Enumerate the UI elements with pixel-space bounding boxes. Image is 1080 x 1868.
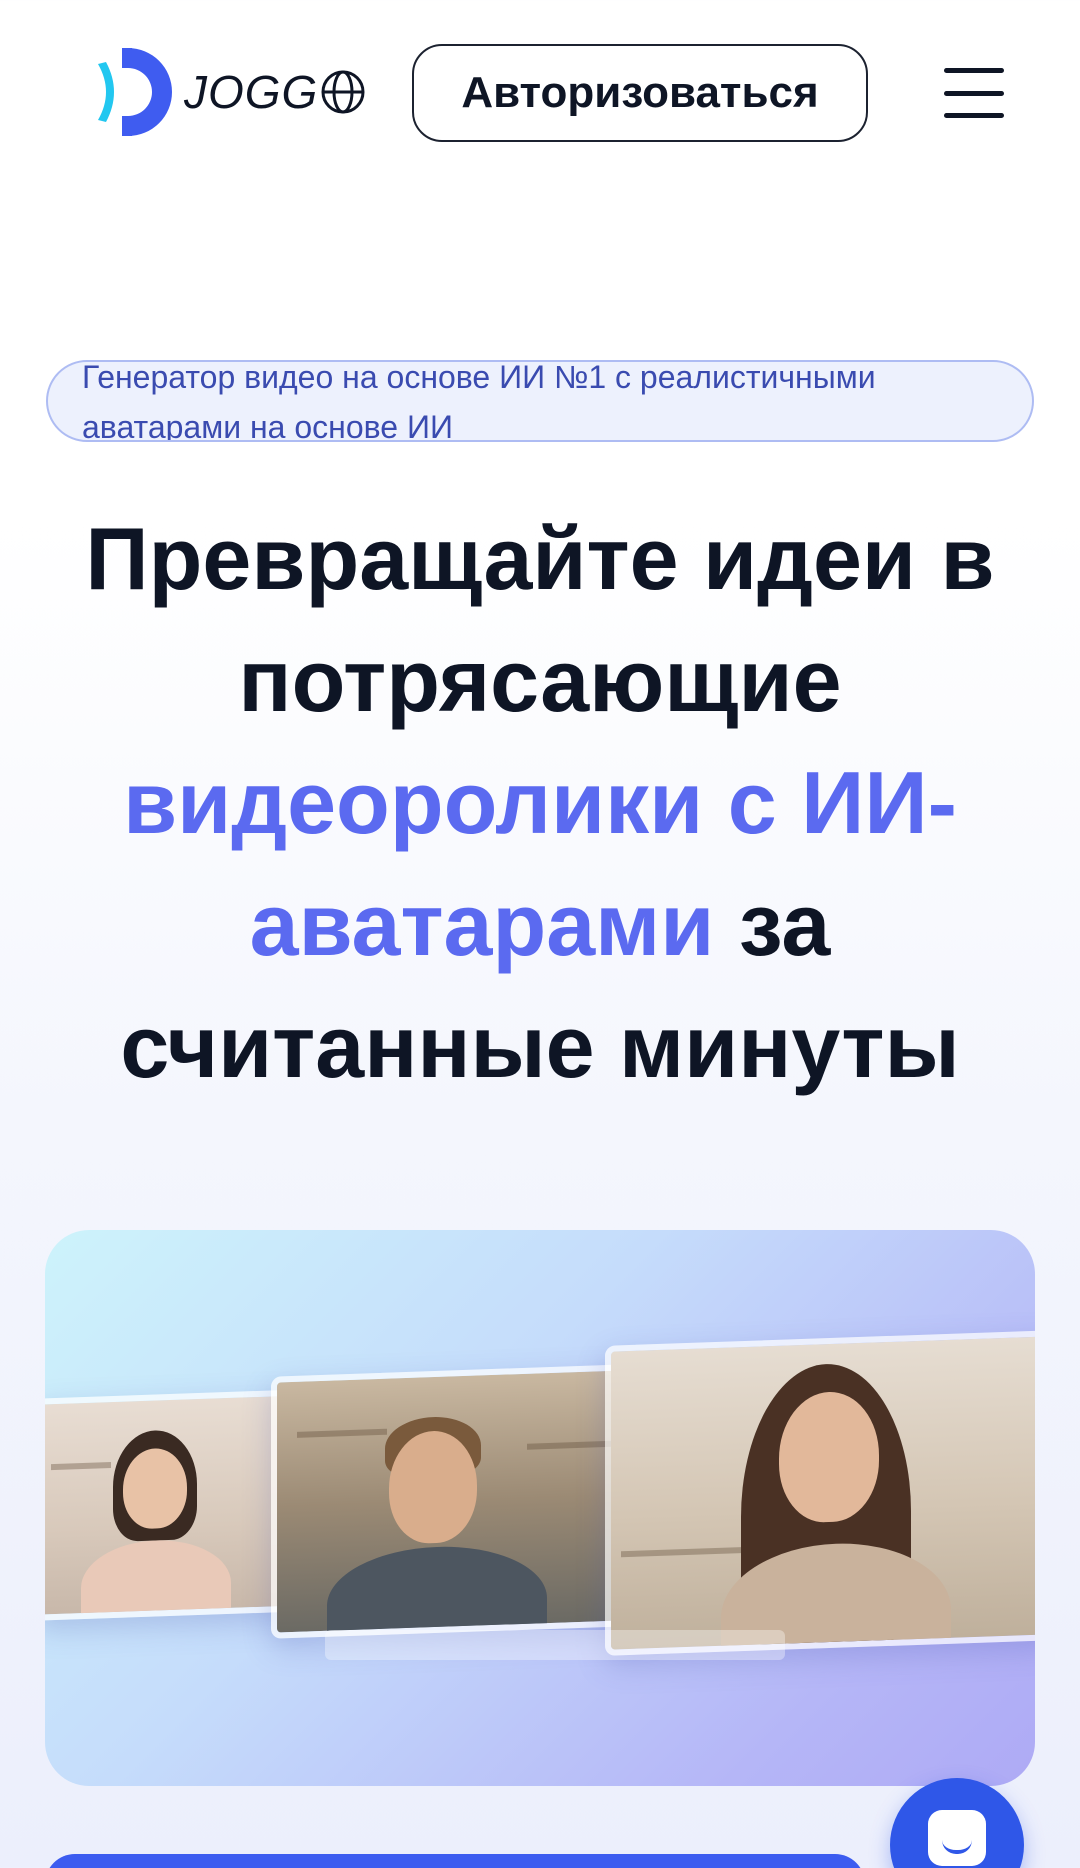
- headline-accent: видеоролики с ИИ-аватарами: [123, 753, 957, 974]
- hamburger-menu-icon[interactable]: [944, 68, 1004, 118]
- avatar-video-frame: [45, 1389, 305, 1621]
- hero-badge: Генератор видео на основе ИИ №1 с реалис…: [46, 360, 1034, 442]
- top-header: JOGG Авторизоваться: [0, 0, 1080, 190]
- headline-part1: Превращайте идеи в потрясающие: [85, 509, 995, 730]
- chat-button[interactable]: [890, 1778, 1024, 1868]
- avatar-video-frame: [605, 1330, 1035, 1656]
- badge-text: Генератор видео на основе ИИ №1 с реалис…: [82, 360, 876, 442]
- hero-avatar-preview: [45, 1230, 1035, 1786]
- menu-line: [944, 113, 1004, 118]
- menu-line: [944, 90, 1004, 96]
- next-section-edge: [45, 1854, 865, 1868]
- avatar-video-frame: [271, 1363, 657, 1639]
- login-button[interactable]: Авторизоваться: [412, 44, 868, 142]
- avatar-scene: [45, 1395, 299, 1621]
- logo-text: JOGG: [184, 65, 366, 119]
- glass-reflection: [325, 1630, 785, 1660]
- avatar-scene: [611, 1336, 1035, 1656]
- jogg-logo[interactable]: JOGG: [88, 42, 368, 142]
- hero-headline: Превращайте идеи в потрясающие видеороли…: [30, 498, 1050, 1108]
- avatar-scene: [277, 1369, 651, 1639]
- logo-mark-icon: [98, 48, 172, 136]
- chat-icon: [928, 1810, 986, 1866]
- globe-icon[interactable]: [320, 69, 366, 115]
- menu-line: [944, 68, 1004, 73]
